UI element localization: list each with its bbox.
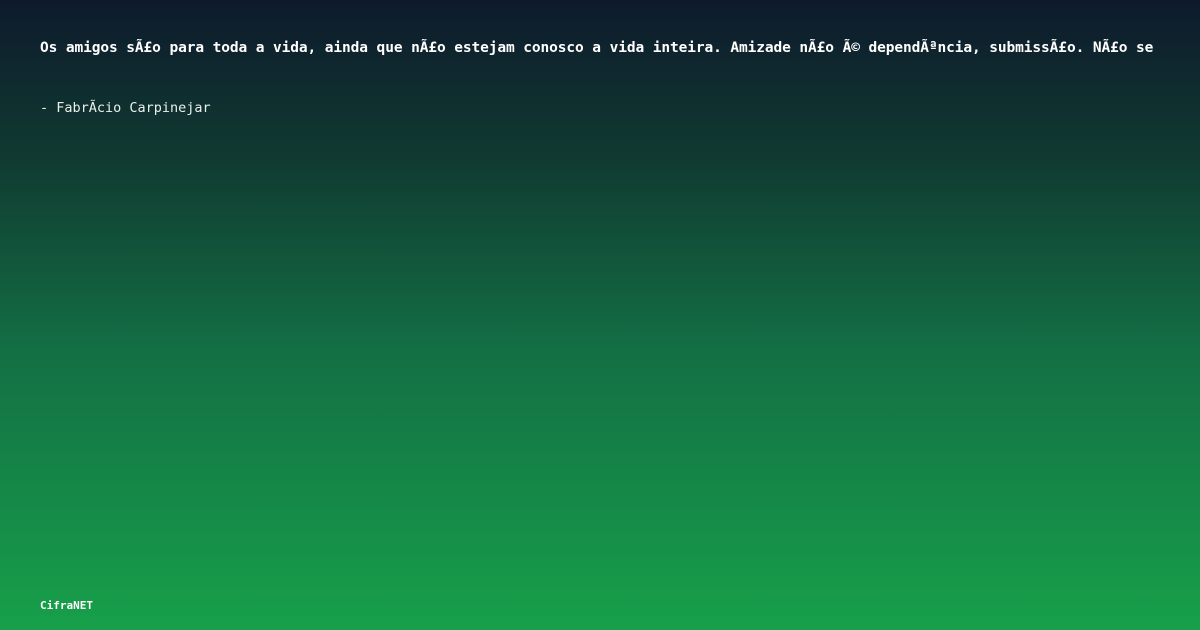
brand-logo-text: CifraNET [40, 599, 93, 612]
quote-card: Os amigos sÃ£o para toda a vida, ainda q… [0, 0, 1200, 630]
quote-author: - FabrÃ­cio Carpinejar [40, 100, 211, 116]
quote-text: Os amigos sÃ£o para toda a vida, ainda q… [40, 40, 1154, 56]
